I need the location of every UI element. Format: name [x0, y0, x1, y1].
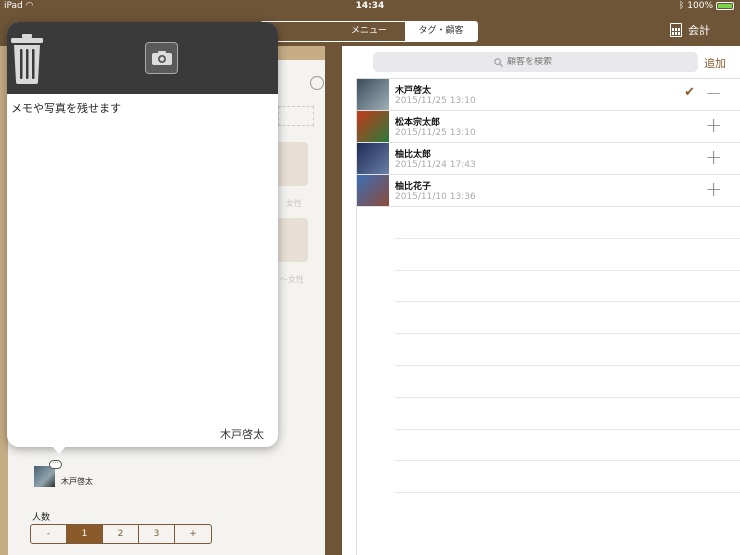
battery-indicator: ᛒ 100%	[679, 1, 734, 11]
customer-date: 2015/11/25 13:10	[395, 96, 476, 106]
memo-popover: メモや写真を残せます 木戸啓太	[7, 22, 278, 447]
customer-row[interactable]: 柚比太郎 2015/11/24 17:43 +	[357, 143, 740, 175]
faded-label-female: 女性	[286, 199, 302, 208]
memo-bubble-icon: ···	[49, 460, 62, 469]
customer-name: 柚比太郎	[395, 150, 432, 160]
customer-name: 柚比花子	[395, 182, 432, 192]
empty-row	[395, 398, 740, 430]
customer-avatar	[357, 143, 389, 174]
tab-tags-customers[interactable]: タグ・顧客	[405, 22, 477, 41]
customer-list: 木戸啓太 2015/11/25 13:10 ✔ − 松本宗太郎 2015/11/25 13…	[356, 78, 740, 555]
popover-toolbar	[7, 22, 278, 94]
camera-icon	[151, 51, 172, 65]
customer-row[interactable]: 柚比花子 2015/11/10 13:36 +	[357, 175, 740, 207]
customer-date: 2015/11/24 17:43	[395, 160, 476, 170]
customer-name: 木戸啓太	[395, 86, 432, 96]
radio-button[interactable]	[310, 76, 324, 90]
popover-arrow	[52, 446, 66, 454]
people-option-3[interactable]: 3	[139, 525, 175, 543]
avatar: ···	[34, 460, 62, 487]
customer-name: 松本宗太郎	[395, 118, 441, 128]
empty-row	[395, 461, 740, 494]
tab-menu[interactable]: メニュー	[333, 22, 405, 41]
people-count-label: 人数	[32, 513, 51, 523]
trash-icon[interactable]	[10, 34, 44, 88]
checkmark-icon: ✔	[684, 85, 695, 100]
current-customer[interactable]: ··· 木戸啓太	[34, 460, 93, 487]
remove-icon[interactable]: −	[705, 83, 722, 103]
add-icon[interactable]: +	[705, 179, 722, 199]
checkout-button[interactable]: 会計	[670, 22, 710, 38]
customer-date: 2015/11/25 13:10	[395, 128, 476, 138]
add-customer-button[interactable]: 追加	[704, 55, 726, 71]
empty-row	[395, 239, 740, 271]
search-icon	[494, 57, 503, 67]
search-input[interactable]	[507, 57, 577, 67]
status-time: 14:34	[355, 1, 385, 11]
battery-fill	[718, 4, 732, 8]
empty-row	[395, 366, 740, 398]
customer-panel: 追加 木戸啓太2015/11/25 13:10✔−松本宗太郎2015/11/25…	[342, 46, 740, 555]
camera-button[interactable]	[145, 42, 178, 74]
customer-row[interactable]: 松本宗太郎 2015/11/25 13:10 +	[357, 111, 740, 143]
status-bar: iPad ◠ 14:34 ᛒ 100%	[0, 0, 740, 14]
empty-row	[395, 430, 740, 462]
add-icon[interactable]: +	[705, 115, 722, 135]
checkout-label: 会計	[688, 24, 710, 37]
people-option-2[interactable]: 2	[103, 525, 139, 543]
add-icon[interactable]: +	[705, 147, 722, 167]
customer-avatar	[357, 79, 389, 110]
empty-row	[395, 271, 740, 303]
calculator-icon	[670, 23, 682, 37]
customer-row[interactable]: 木戸啓太 2015/11/25 13:10 ✔ −	[357, 79, 740, 111]
battery-icon	[716, 2, 734, 10]
popover-customer-name: 木戸啓太	[220, 428, 264, 441]
customer-avatar	[357, 111, 389, 142]
increment-button[interactable]: +	[175, 525, 211, 543]
empty-row	[395, 334, 740, 366]
decrement-button[interactable]: -	[31, 525, 67, 543]
segmented-control: メニュー タグ・顧客	[260, 21, 478, 42]
memo-textarea[interactable]: メモや写真を残せます	[11, 100, 121, 116]
people-count-selector: - 1 2 3 +	[30, 524, 212, 544]
customer-date: 2015/11/10 13:36	[395, 192, 476, 202]
empty-row	[395, 207, 740, 239]
faded-dashed-box	[278, 106, 314, 126]
people-option-1[interactable]: 1	[67, 525, 103, 543]
faded-label-female-2: 〜女性	[280, 275, 304, 284]
bluetooth-icon: ᛒ	[678, 1, 685, 11]
current-customer-name: 木戸啓太	[61, 477, 93, 486]
battery-percent: 100%	[687, 1, 713, 11]
customer-avatar	[357, 175, 389, 206]
search-bar[interactable]	[373, 52, 698, 72]
empty-row	[395, 302, 740, 335]
